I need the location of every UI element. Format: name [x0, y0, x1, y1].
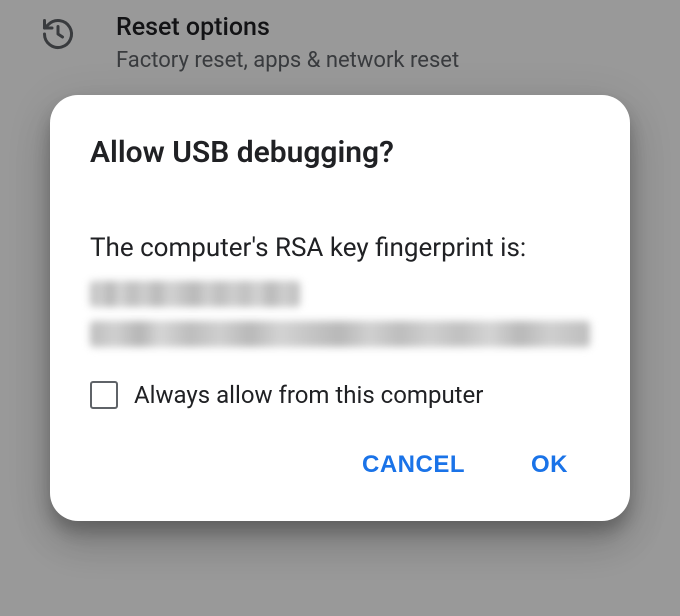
redacted-line [90, 321, 590, 347]
always-allow-checkbox[interactable] [90, 381, 118, 409]
redacted-line [90, 281, 300, 307]
rsa-fingerprint-redacted [90, 281, 590, 357]
cancel-button[interactable]: CANCEL [358, 443, 469, 487]
always-allow-label: Always allow from this computer [134, 381, 483, 409]
dialog-body-text: The computer's RSA key fingerprint is: [90, 230, 590, 266]
always-allow-row[interactable]: Always allow from this computer [90, 381, 590, 409]
ok-button[interactable]: OK [527, 443, 572, 487]
dialog-actions: CANCEL OK [90, 443, 590, 501]
dialog-title: Allow USB debugging? [90, 135, 590, 170]
usb-debugging-dialog: Allow USB debugging? The computer's RSA … [50, 95, 630, 521]
